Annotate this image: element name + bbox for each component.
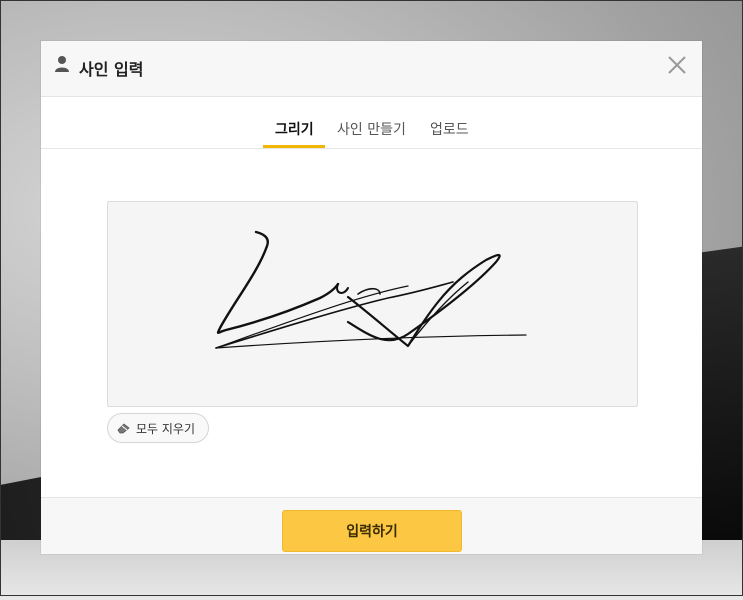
tab-bar: 그리기 사인 만들기 업로드: [41, 97, 702, 149]
signature-drawing: [215, 230, 527, 349]
eraser-icon: [117, 423, 130, 434]
active-tab-indicator: [263, 145, 325, 148]
signature-canvas[interactable]: [107, 201, 638, 407]
user-icon: [55, 56, 69, 72]
dialog-footer: 입력하기: [41, 497, 702, 554]
dialog-header: 사인 입력: [41, 41, 702, 97]
clear-all-label: 모두 지우기: [136, 421, 196, 436]
close-icon[interactable]: [666, 54, 688, 76]
tab-create-signature[interactable]: 사인 만들기: [337, 119, 406, 139]
clear-all-button[interactable]: 모두 지우기: [107, 413, 210, 443]
tab-upload[interactable]: 업로드: [430, 119, 469, 139]
submit-button[interactable]: 입력하기: [282, 510, 462, 552]
dialog-title: 사인 입력: [79, 60, 144, 79]
tab-draw[interactable]: 그리기: [275, 119, 314, 139]
signature-dialog: 사인 입력 그리기 사인 만들기 업로드 모두 지우기 입력하기: [41, 41, 702, 554]
